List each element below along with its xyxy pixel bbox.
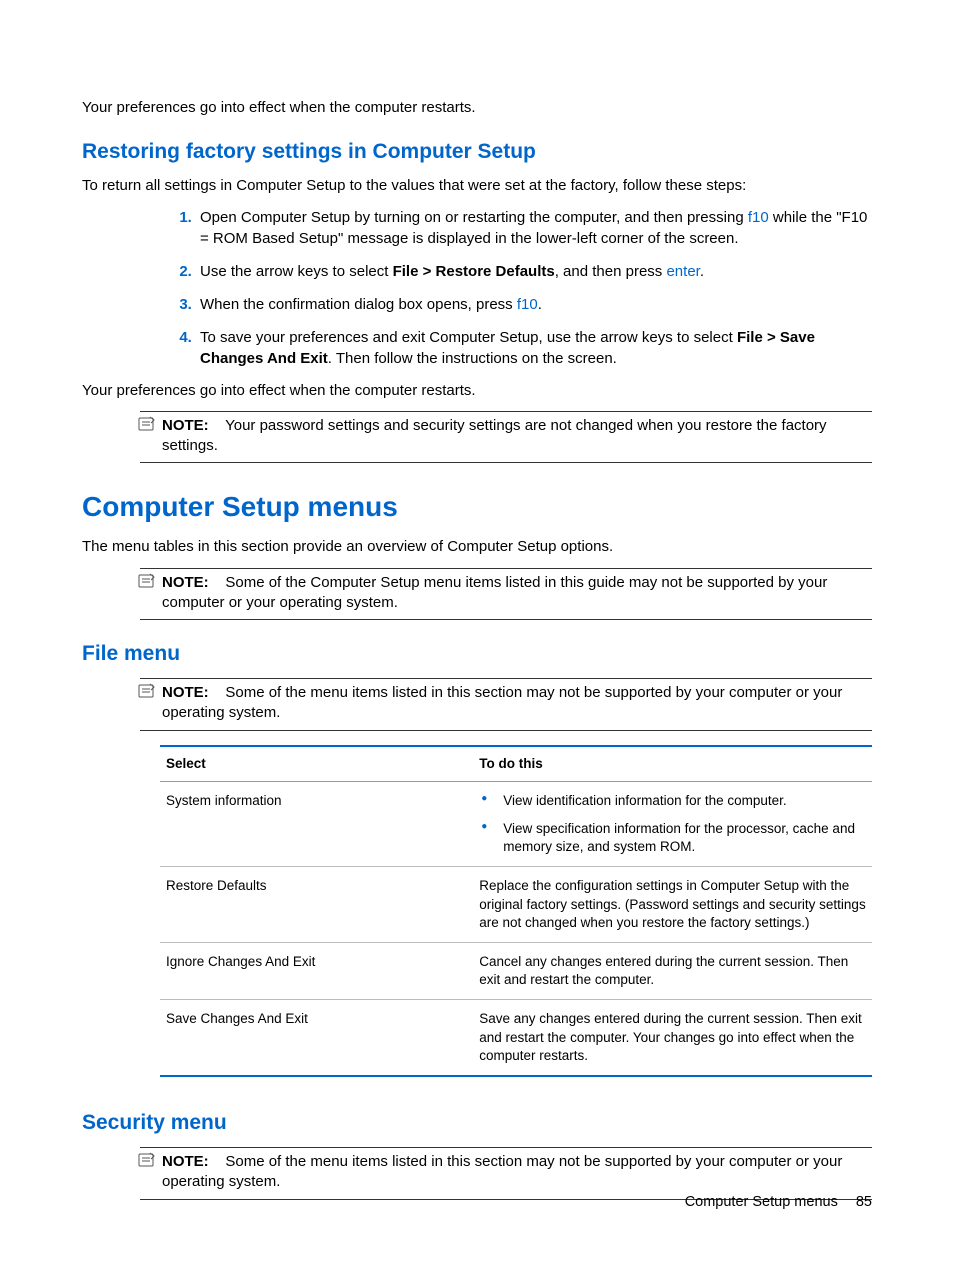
footer-page-number: 85	[856, 1194, 872, 1210]
step-text: To save your preferences and exit Comput…	[200, 329, 737, 346]
note-label: NOTE:	[162, 417, 209, 434]
note-security-menu: NOTE: Some of the menu items listed in t…	[140, 1147, 872, 1200]
step-text: Use the arrow keys to select	[200, 263, 393, 280]
cell-todo: View identification information for the …	[473, 781, 872, 867]
table-header-row: Select To do this	[160, 746, 872, 782]
note-text: Some of the menu items listed in this se…	[162, 1153, 842, 1190]
step-text: .	[538, 296, 542, 313]
step-text: Open Computer Setup by turning on or res…	[200, 209, 748, 226]
step-2: Use the arrow keys to select File > Rest…	[196, 261, 872, 282]
step-4: To save your preferences and exit Comput…	[196, 327, 872, 369]
list-item: View specification information for the p…	[479, 820, 866, 856]
th-select: Select	[160, 746, 473, 782]
key-enter: enter	[666, 263, 699, 280]
step-3: When the confirmation dialog box opens, …	[196, 294, 872, 315]
note-label: NOTE:	[162, 1153, 209, 1170]
restoring-after: Your preferences go into effect when the…	[82, 381, 872, 401]
cell-select: Restore Defaults	[160, 867, 473, 943]
note-icon	[138, 683, 156, 699]
cell-select: System information	[160, 781, 473, 867]
key-f10: f10	[748, 209, 769, 226]
cell-todo: Replace the configuration settings in Co…	[473, 867, 872, 943]
heading-security-menu: Security menu	[82, 1111, 872, 1135]
note-label: NOTE:	[162, 574, 209, 591]
step-1: Open Computer Setup by turning on or res…	[196, 207, 872, 249]
note-icon	[138, 416, 156, 432]
key-f10: f10	[517, 296, 538, 313]
cell-select: Ignore Changes And Exit	[160, 943, 473, 1000]
table-row: Save Changes And Exit Save any changes e…	[160, 1000, 872, 1076]
note-file-menu: NOTE: Some of the menu items listed in t…	[140, 678, 872, 731]
bullet-list: View identification information for the …	[479, 792, 866, 857]
cell-todo: Save any changes entered during the curr…	[473, 1000, 872, 1076]
cell-todo: Cancel any changes entered during the cu…	[473, 943, 872, 1000]
note-icon	[138, 1152, 156, 1168]
note-menus: NOTE: Some of the Computer Setup menu it…	[140, 568, 872, 621]
intro-text: Your preferences go into effect when the…	[82, 98, 872, 118]
table-row: System information View identification i…	[160, 781, 872, 867]
menus-intro: The menu tables in this section provide …	[82, 537, 872, 557]
heading-restoring: Restoring factory settings in Computer S…	[82, 140, 872, 164]
menu-path: File > Restore Defaults	[393, 263, 555, 280]
restoring-intro: To return all settings in Computer Setup…	[82, 176, 872, 196]
th-todo: To do this	[473, 746, 872, 782]
step-text: When the confirmation dialog box opens, …	[200, 296, 517, 313]
steps-list: Open Computer Setup by turning on or res…	[160, 207, 872, 369]
footer-section: Computer Setup menus	[685, 1194, 838, 1210]
table-row: Restore Defaults Replace the configurati…	[160, 867, 872, 943]
document-page: Your preferences go into effect when the…	[0, 0, 954, 1270]
cell-select: Save Changes And Exit	[160, 1000, 473, 1076]
note-text: Some of the menu items listed in this se…	[162, 684, 842, 721]
note-restore: NOTE: Your password settings and securit…	[140, 411, 872, 464]
note-text: Your password settings and security sett…	[162, 417, 827, 454]
heading-file-menu: File menu	[82, 642, 872, 666]
step-text: .	[700, 263, 704, 280]
heading-menus: Computer Setup menus	[82, 491, 872, 523]
page-footer: Computer Setup menus 85	[685, 1194, 872, 1210]
note-text: Some of the Computer Setup menu items li…	[162, 574, 827, 611]
list-item: View identification information for the …	[479, 792, 866, 810]
note-label: NOTE:	[162, 684, 209, 701]
note-icon	[138, 573, 156, 589]
step-text: . Then follow the instructions on the sc…	[328, 350, 617, 367]
step-text: , and then press	[555, 263, 667, 280]
table-row: Ignore Changes And Exit Cancel any chang…	[160, 943, 872, 1000]
file-menu-table: Select To do this System information Vie…	[160, 745, 872, 1078]
